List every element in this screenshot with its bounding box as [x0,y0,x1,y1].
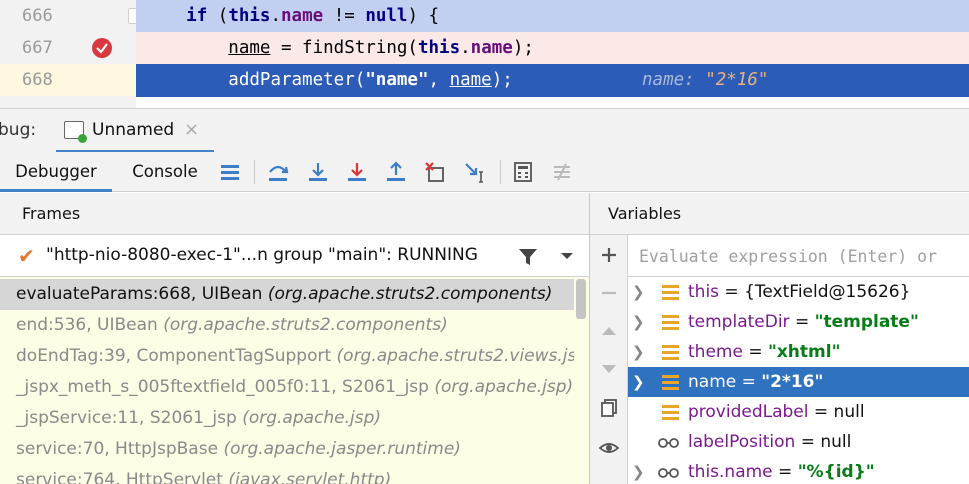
evaluate-expression-field[interactable] [628,235,969,277]
line-number: 667 [22,38,53,58]
chevron-right-icon[interactable]: ❯ [632,337,645,367]
tab-debugger[interactable]: Debugger [0,152,112,192]
variable-row[interactable]: providedLabel = null [628,397,969,427]
line-number: 668 [22,70,53,90]
frames-scrollbar[interactable] [574,277,588,484]
code-content[interactable]: if (this.name != null) { [136,0,969,33]
move-up-icon[interactable] [599,321,619,341]
session-tab[interactable]: Unnamed × [56,109,214,153]
frame-row[interactable]: doEndTag:39, ComponentTagSupport (org.ap… [0,341,574,372]
debug-session-bar: bug: Unnamed × [0,108,969,153]
watch-icon [658,468,679,478]
filter-icon[interactable] [518,247,538,267]
thread-name: "http-nio-8080-exec-1"...n group "main":… [46,245,478,265]
inline-debug-value: name: "2*16" [642,70,769,90]
evaluate-expression-input[interactable] [628,235,969,277]
toolbar-separator [254,160,255,184]
code-line[interactable]: 667 name = findString(this.name); [0,32,969,65]
variable-row-selected[interactable]: ❯ name = "2*16" [628,367,969,397]
field-icon [662,375,679,390]
chevron-right-icon[interactable]: ❯ [632,367,645,397]
remove-watch-icon[interactable] [599,283,619,303]
frames-list[interactable]: evaluateParams:668, UIBean (org.apache.s… [0,277,590,484]
tab-console[interactable]: Console [118,152,212,192]
frame-row[interactable]: service:70, HttpJspBase (org.apache.jasp… [0,434,574,465]
frames-header: Frames [0,193,590,235]
variable-label: templateDir = "template" [688,312,919,332]
frame-row[interactable]: service:764, HttpServlet (javax.servlet.… [0,465,574,484]
frames-title: Frames [22,204,81,223]
frame-row[interactable]: _jspService:11, S2061_jsp (org.apache.js… [0,403,574,434]
code-text: name = findString(this.name); [228,38,534,58]
frame-row[interactable]: end:536, UIBean (org.apache.struts2.comp… [0,310,574,341]
code-text: if (this.name != null) { [186,6,440,26]
line-number: 666 [22,6,53,26]
variables-header: Variables [590,193,969,235]
field-icon [662,345,679,360]
close-icon[interactable]: × [184,119,199,140]
running-indicator-icon [78,134,87,143]
variables-sidebar [590,235,628,484]
copy-icon[interactable] [599,398,619,418]
step-over-icon[interactable] [266,160,290,184]
breakpoint-icon[interactable] [92,38,112,58]
step-out-icon[interactable] [384,160,408,184]
variable-label: name = "2*16" [688,372,824,392]
move-down-icon[interactable] [599,359,619,379]
chevron-right-icon[interactable]: ❯ [632,307,645,337]
layout-menu-icon[interactable] [218,160,242,184]
step-into-icon[interactable] [306,160,330,184]
gutter[interactable]: 666 [0,0,142,33]
watch-icon [658,438,679,448]
eye-icon[interactable] [599,438,619,458]
variable-label: labelPosition = null [688,432,852,452]
variable-row[interactable]: ❯ this = {TextField@15626} [628,277,969,307]
field-icon [662,285,679,300]
debugger-toolbar: Debugger Console [0,152,969,192]
code-line-current[interactable]: 668 addParameter("name", name); name: "2… [0,64,969,97]
code-line[interactable]: 666 if (this.name != null) { [0,0,969,33]
frame-row[interactable]: _jspx_meth_s_005ftextfield_005f0:11, S20… [0,372,574,403]
frame-row[interactable]: evaluateParams:668, UIBean (org.apache.s… [0,279,574,310]
trace-icon[interactable] [550,160,574,184]
drop-frame-icon[interactable] [423,160,447,184]
code-line[interactable] [0,96,969,108]
toolbar-separator [500,160,501,184]
variable-row[interactable]: ❯ this.name = "%{id}" [628,457,969,484]
gutter[interactable]: 667 [0,32,136,65]
variable-label: providedLabel = null [688,402,865,422]
scrollbar-thumb[interactable] [576,279,586,319]
evaluate-expression-icon[interactable] [511,160,535,184]
run-to-cursor-icon[interactable] [462,160,486,184]
code-editor[interactable]: 666 if (this.name != null) { 667 name = … [0,0,969,108]
code-text: addParameter("name", name); [228,70,513,90]
variables-title: Variables [608,204,682,223]
chevron-down-icon[interactable] [560,251,574,261]
add-watch-icon[interactable] [599,245,619,265]
variable-label: this = {TextField@15626} [688,282,911,302]
field-icon [662,315,679,330]
variable-row[interactable]: ❯ templateDir = "template" [628,307,969,337]
chevron-right-icon[interactable]: ❯ [632,277,645,307]
session-name: Unnamed [92,120,175,140]
code-content[interactable]: addParameter("name", name); name: "2*16" [136,64,969,97]
debug-label: bug: [0,120,37,140]
gutter[interactable] [0,96,136,108]
variable-row[interactable]: labelPosition = null [628,427,969,457]
variable-label: this.name = "%{id}" [688,462,875,482]
variable-label: theme = "xhtml" [688,342,841,362]
checkmark-icon: ✔ [18,244,35,268]
thread-selector[interactable]: ✔ "http-nio-8080-exec-1"...n group "main… [0,235,590,277]
variable-row[interactable]: ❯ theme = "xhtml" [628,337,969,367]
chevron-right-icon[interactable]: ❯ [632,457,645,484]
gutter[interactable]: 668 [0,64,136,97]
field-icon [662,405,679,420]
code-content[interactable]: name = findString(this.name); [136,32,969,65]
force-step-into-icon[interactable] [345,160,369,184]
variables-tree[interactable]: ❯ this = {TextField@15626} ❯ templateDir… [628,277,969,484]
